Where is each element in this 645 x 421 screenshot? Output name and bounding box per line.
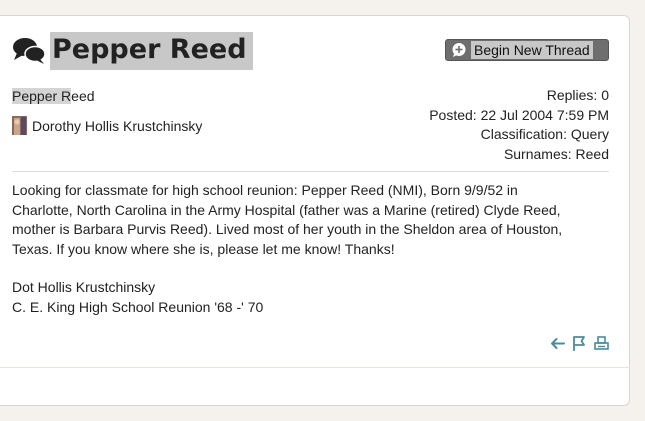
message-line: Looking for classmate for high school re…: [12, 182, 518, 198]
message-actions: [549, 335, 610, 352]
signature: Dot Hollis Krustchinsky C. E. King High …: [12, 278, 263, 317]
message-line: mother is Barbara Purvis Reed). Lived mo…: [12, 221, 563, 237]
add-comment-icon: [452, 43, 466, 57]
flag-icon[interactable]: [571, 335, 588, 352]
avatar: [12, 116, 27, 135]
thread-header: Pepper Reed: [12, 32, 253, 70]
divider: [12, 171, 609, 172]
print-icon[interactable]: [593, 335, 610, 352]
classification: Classification: Query: [480, 126, 609, 142]
surnames: Surnames: Reed: [503, 145, 609, 162]
thread-meta: Replies: 0 Posted: 22 Jul 2004 7:59 PM C…: [429, 86, 609, 164]
replies-count: Replies: 0: [546, 87, 609, 103]
signature-name: Dot Hollis Krustchinsky: [12, 279, 156, 295]
signature-school: C. E. King High School Reunion '68 -' 70: [12, 298, 264, 315]
submitter-name: Dorothy Hollis Krustchinsky: [32, 117, 203, 134]
message-line: Charlotte, North Carolina in the Army Ho…: [12, 201, 561, 218]
author-name[interactable]: Pepper Reed: [12, 87, 95, 105]
message-line: Texas. If you know where she is, please …: [12, 240, 395, 257]
chat-bubbles-icon: [13, 38, 46, 64]
posted-date: Posted: 22 Jul 2004 7:59 PM: [429, 106, 609, 123]
message-body: Looking for classmate for high school re…: [12, 181, 612, 259]
reply-arrow-icon[interactable]: [549, 335, 566, 352]
submitter[interactable]: Dorothy Hollis Krustchinsky: [12, 116, 202, 135]
begin-new-thread-label: Begin New Thread: [471, 41, 593, 59]
thread-title: Pepper Reed: [50, 32, 253, 70]
author-name-highlighted: Pepper R: [12, 88, 72, 104]
author-name-rest: eed: [71, 88, 95, 104]
card-footer-divider: [0, 367, 630, 368]
begin-new-thread-button[interactable]: Begin New Thread: [445, 39, 609, 61]
